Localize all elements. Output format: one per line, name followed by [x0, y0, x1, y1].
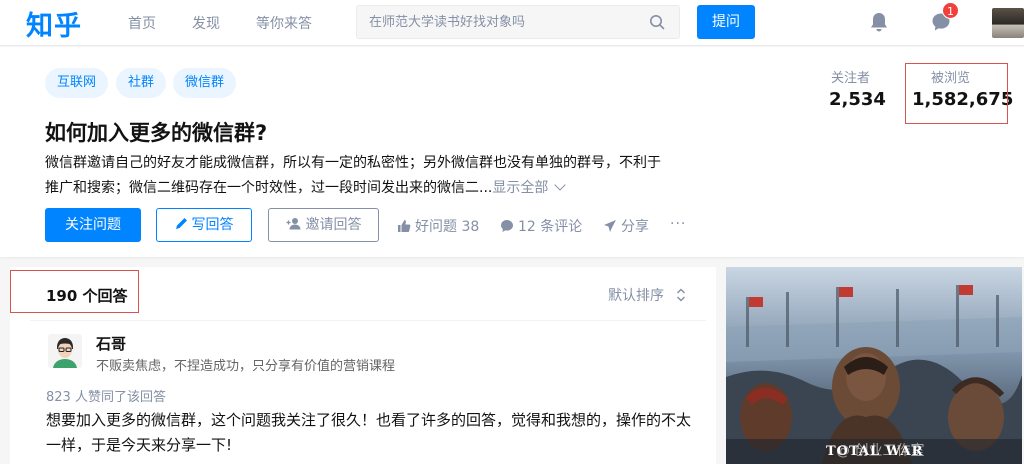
add-person-icon	[286, 218, 300, 230]
write-answer-label: 写回答	[191, 217, 234, 233]
share-icon	[604, 220, 616, 232]
nav-waiting-answers[interactable]: 等你来答	[256, 13, 312, 33]
write-answer-button[interactable]: 写回答	[156, 208, 252, 242]
followers-label: 关注者	[831, 71, 871, 86]
thumbs-up-icon	[398, 220, 411, 232]
comments-button[interactable]: 12 条评论	[500, 216, 582, 236]
zhihu-logo[interactable]: 知乎	[26, 4, 82, 43]
question-title: 如何加入更多的微信群?	[45, 121, 268, 145]
divider	[30, 320, 706, 321]
search-icon[interactable]	[649, 14, 665, 30]
answer-line-1: 想要加入更多的微信群，这个问题我关注了很久！也看了许多的回答，觉得和我想的，操作…	[46, 411, 692, 429]
more-options-button[interactable]: ···	[670, 216, 686, 232]
answer-line-2: 一样，于是今天来分享一下!	[46, 436, 233, 454]
followers-count: 2,534	[829, 89, 886, 110]
chevron-down-icon	[554, 179, 567, 191]
topic-tag-internet[interactable]: 互联网	[45, 68, 109, 98]
ad-artwork	[726, 267, 1022, 464]
description-line-2-text: 推广和搜索；微信二维码存在一个时效性，过一段时间发出来的微信二...	[45, 180, 493, 196]
comment-icon	[501, 220, 513, 232]
top-navbar: 知乎 首页 发现 等你来答 提问 1	[0, 0, 1024, 46]
topic-tag-wechat-group[interactable]: 微信群	[173, 68, 237, 98]
good-question-button[interactable]: 好问题 38	[397, 216, 479, 236]
description-line-1: 微信群邀请自己的好友才能成微信群，所以有一定的私密性；另外微信群也没有单独的群号…	[45, 155, 661, 171]
pencil-icon	[175, 218, 187, 229]
show-all-link[interactable]: 显示全部	[492, 179, 567, 196]
share-label: 分享	[621, 219, 649, 235]
author-name[interactable]: 石哥	[96, 333, 126, 354]
highlight-box-views	[905, 63, 1008, 124]
share-button[interactable]: 分享	[603, 216, 649, 236]
question-description: 微信群邀请自己的好友才能成微信群，所以有一定的私密性；另外微信群也没有单独的群号…	[45, 151, 725, 201]
sort-dropdown[interactable]: 默认排序	[608, 285, 686, 305]
description-line-2: 推广和搜索；微信二维码存在一个时效性，过一段时间发出来的微信二...显示全部	[45, 176, 725, 201]
highlight-box-answers	[10, 270, 139, 313]
answer-likes: 823 人赞同了该回答	[46, 390, 166, 405]
watermark-text: @ 创业工作室	[836, 443, 925, 459]
show-all-label: 显示全部	[492, 180, 549, 196]
comments-label: 12 条评论	[518, 219, 583, 235]
bell-icon[interactable]	[868, 11, 890, 33]
sort-label: 默认排序	[608, 288, 664, 304]
nav-home[interactable]: 首页	[128, 13, 156, 33]
follow-question-button[interactable]: 关注问题	[45, 208, 141, 242]
sort-arrows-icon	[677, 288, 686, 302]
answer-content[interactable]: 想要加入更多的微信群，这个问题我关注了很久！也看了许多的回答，觉得和我想的，操作…	[46, 408, 706, 458]
ad-banner[interactable]	[726, 267, 1022, 464]
invite-answer-label: 邀请回答	[305, 217, 362, 233]
search-input[interactable]	[357, 6, 637, 38]
user-avatar[interactable]	[992, 8, 1024, 38]
question-header: 互联网 社群 微信群 如何加入更多的微信群? 微信群邀请自己的好友才能成微信群，…	[0, 47, 1024, 257]
nav-discover[interactable]: 发现	[192, 13, 220, 33]
author-bio: 不贩卖焦虑，不捏造成功，只分享有价值的营销课程	[96, 359, 396, 374]
message-badge: 1	[942, 2, 959, 19]
ask-question-button[interactable]: 提问	[697, 5, 755, 39]
good-question-label: 好问题 38	[415, 219, 480, 235]
author-avatar[interactable]	[48, 334, 82, 368]
search-box	[356, 5, 680, 39]
invite-answer-button[interactable]: 邀请回答	[268, 208, 379, 242]
topic-tag-community[interactable]: 社群	[116, 68, 167, 98]
person-avatar-icon	[48, 334, 82, 368]
